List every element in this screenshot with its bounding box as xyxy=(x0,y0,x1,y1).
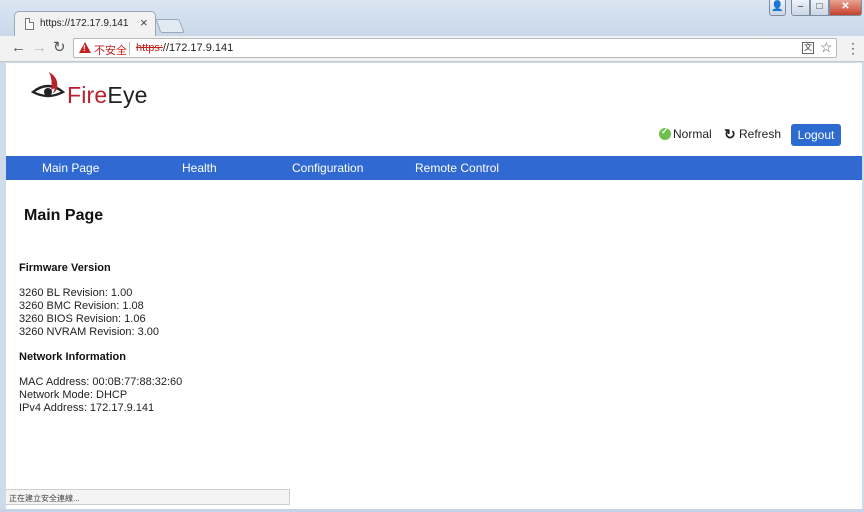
forward-arrow-icon[interactable]: → xyxy=(32,40,47,56)
nav-main-page[interactable]: Main Page xyxy=(42,161,99,175)
browser-menu-icon[interactable]: ⋮ xyxy=(846,40,860,56)
document-icon xyxy=(25,18,34,30)
network-mac: MAC Address: 00:0B:77:88:32:60 xyxy=(19,376,183,388)
firmware-bmc: 3260 BMC Revision: 1.08 xyxy=(19,300,144,312)
nav-remote-control[interactable]: Remote Control xyxy=(415,161,499,175)
nav-configuration[interactable]: Configuration xyxy=(292,161,363,175)
network-mode: Network Mode: DHCP xyxy=(19,389,128,401)
browser-titlebar: https://172.17.9.141 × 👤 – □ ✕ xyxy=(0,0,864,36)
url-host: //172.17.9.141 xyxy=(162,42,234,54)
maximize-button[interactable]: □ xyxy=(810,0,829,16)
back-arrow-icon[interactable]: ← xyxy=(11,40,26,56)
browser-toolbar: ← → ↻ 不安全 https://172.17.9.141 文 ☆ ⋮ xyxy=(0,36,864,62)
warning-icon xyxy=(79,42,91,53)
new-tab-button[interactable] xyxy=(155,19,185,33)
refresh-icon: ↻ xyxy=(724,126,736,142)
firmware-heading: Firmware Version xyxy=(19,262,111,274)
minimize-button[interactable]: – xyxy=(791,0,810,16)
browser-tab[interactable]: https://172.17.9.141 × xyxy=(14,11,156,36)
url-text[interactable]: https://172.17.9.141 xyxy=(136,42,233,54)
address-separator xyxy=(129,42,130,55)
reload-icon[interactable]: ↻ xyxy=(53,40,66,56)
eye-logo-icon xyxy=(31,72,66,98)
check-circle-icon xyxy=(659,126,671,140)
firmware-nvram: 3260 NVRAM Revision: 3.00 xyxy=(19,326,160,338)
translate-icon[interactable]: 文 xyxy=(802,42,814,54)
logo-eye: Eye xyxy=(107,82,148,108)
close-icon[interactable]: × xyxy=(140,15,148,30)
logout-button[interactable]: Logout xyxy=(791,124,841,146)
logo-fire: Fire xyxy=(67,82,108,108)
fireeye-logo: FireEye xyxy=(31,68,171,108)
page-content: FireEye Normal ↻ Refresh Logout Main Pag… xyxy=(6,63,862,509)
firmware-bios: 3260 BIOS Revision: 1.06 xyxy=(19,313,146,325)
network-heading: Network Information xyxy=(19,351,126,363)
browser-status-bar: 正在建立安全連線... xyxy=(6,489,290,505)
main-nav: Main Page Health Configuration Remote Co… xyxy=(6,156,862,180)
page-title: Main Page xyxy=(24,207,104,224)
logo-wordmark: FireEye xyxy=(67,82,148,109)
user-icon[interactable]: 👤 xyxy=(769,0,786,16)
refresh-label: Refresh xyxy=(739,127,782,141)
security-label[interactable]: 不安全 xyxy=(94,42,127,58)
status-label: Normal xyxy=(673,127,712,141)
bookmark-star-icon[interactable]: ☆ xyxy=(820,39,833,56)
network-ipv4: IPv4 Address: 172.17.9.141 xyxy=(19,402,155,414)
window-close-button[interactable]: ✕ xyxy=(829,0,862,16)
address-bar[interactable]: 不安全 https://172.17.9.141 文 ☆ xyxy=(73,38,837,58)
firmware-bl: 3260 BL Revision: 1.00 xyxy=(19,287,133,299)
tab-title: https://172.17.9.141 xyxy=(40,18,129,29)
nav-health[interactable]: Health xyxy=(182,161,217,175)
url-scheme: https: xyxy=(136,42,163,54)
